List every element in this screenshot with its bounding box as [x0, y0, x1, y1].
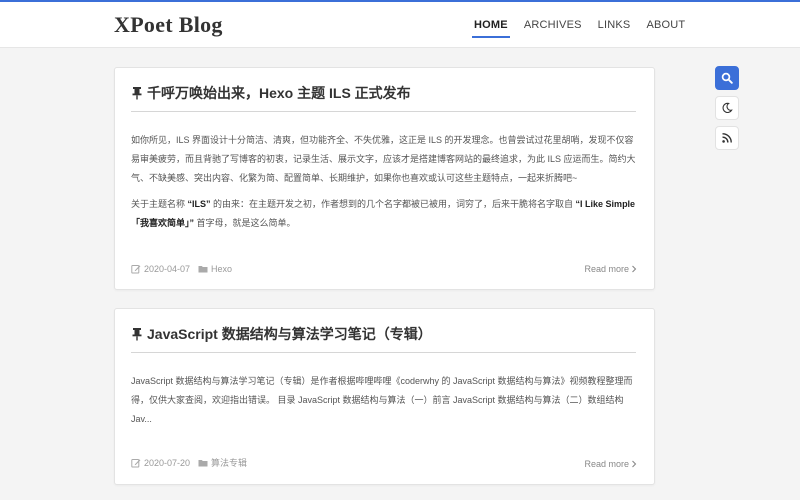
title-divider: [131, 352, 636, 353]
moon-icon: [722, 102, 733, 114]
search-button[interactable]: [715, 66, 739, 90]
nav-archives[interactable]: ARCHIVES: [524, 2, 582, 48]
chevron-right-icon: [632, 460, 637, 468]
search-icon: [721, 72, 733, 84]
post-meta: 2020-04-07 Hexo: [131, 264, 240, 274]
theme-toggle-button[interactable]: [715, 96, 739, 120]
nav-about[interactable]: ABOUT: [646, 2, 685, 48]
site-logo[interactable]: XPoet Blog: [114, 12, 223, 38]
read-more-link[interactable]: Read more: [584, 264, 637, 274]
post-category-text: 算法专辑: [211, 458, 248, 468]
nav-links[interactable]: LINKS: [598, 2, 631, 48]
rss-icon: [722, 133, 732, 143]
post-category[interactable]: Hexo: [198, 264, 232, 274]
main-nav: HOME ARCHIVES LINKS ABOUT: [466, 2, 693, 48]
site-header: XPoet Blog HOME ARCHIVES LINKS ABOUT: [0, 2, 800, 48]
nav-home[interactable]: HOME: [472, 2, 510, 48]
post-excerpt: 如你所见，ILS 界面设计十分简洁、清爽，但功能齐全、不失优雅，这正是 ILS …: [131, 131, 636, 188]
post-date: 2020-07-20: [131, 458, 190, 468]
post-meta: 2020-07-20 算法专辑: [131, 456, 255, 469]
folder-icon: [198, 459, 208, 466]
excerpt-text: 如你所见，ILS 界面设计十分简洁、清爽，但功能齐全、不失优雅，这正是 ILS …: [131, 135, 636, 183]
chevron-right-icon: [632, 265, 637, 273]
excerpt-text: 的由来：在主题开发之初，作者想到的几个名字都被已被用，词穷了，后来干脆将名字取自: [210, 199, 576, 209]
read-more-link[interactable]: Read more: [584, 459, 637, 469]
pin-icon: [132, 328, 142, 341]
rss-button[interactable]: [715, 126, 739, 150]
post-card: 千呼万唤始出来，Hexo 主题 ILS 正式发布 如你所见，ILS 界面设计十分…: [114, 67, 655, 290]
post-category[interactable]: 算法专辑: [198, 456, 247, 469]
post-excerpt: JavaScript 数据结构与算法学习笔记（专辑）是作者根据哔哩哔哩《code…: [131, 372, 636, 429]
read-more-text: Read more: [584, 459, 629, 469]
post-title[interactable]: 千呼万唤始出来，Hexo 主题 ILS 正式发布: [131, 83, 636, 103]
excerpt-text: 首字母，就是这么简单。: [194, 218, 296, 228]
pin-icon: [132, 87, 142, 100]
post-date-text: 2020-07-20: [144, 457, 191, 468]
title-divider: [131, 111, 636, 112]
edit-icon: [131, 458, 141, 467]
read-more-text: Read more: [584, 264, 629, 274]
post-category-text: Hexo: [211, 264, 233, 274]
excerpt-text: 关于主题名称: [131, 199, 188, 209]
excerpt-text: JavaScript 数据结构与算法学习笔记（专辑）是作者根据哔哩哔哩《code…: [131, 376, 633, 424]
emphasized-text: “ILS”: [187, 199, 211, 209]
folder-icon: [198, 266, 208, 273]
edit-icon: [131, 265, 141, 274]
post-title-text: JavaScript 数据结构与算法学习笔记（专辑）: [147, 326, 432, 342]
post-card: JavaScript 数据结构与算法学习笔记（专辑） JavaScript 数据…: [114, 308, 655, 485]
post-date-text: 2020-04-07: [144, 264, 191, 274]
post-title-text: 千呼万唤始出来，Hexo 主题 ILS 正式发布: [147, 85, 411, 101]
post-excerpt: 关于主题名称 “ILS” 的由来：在主题开发之初，作者想到的几个名字都被已被用，…: [131, 195, 636, 233]
post-date: 2020-04-07: [131, 264, 190, 274]
post-title[interactable]: JavaScript 数据结构与算法学习笔记（专辑）: [131, 324, 636, 344]
